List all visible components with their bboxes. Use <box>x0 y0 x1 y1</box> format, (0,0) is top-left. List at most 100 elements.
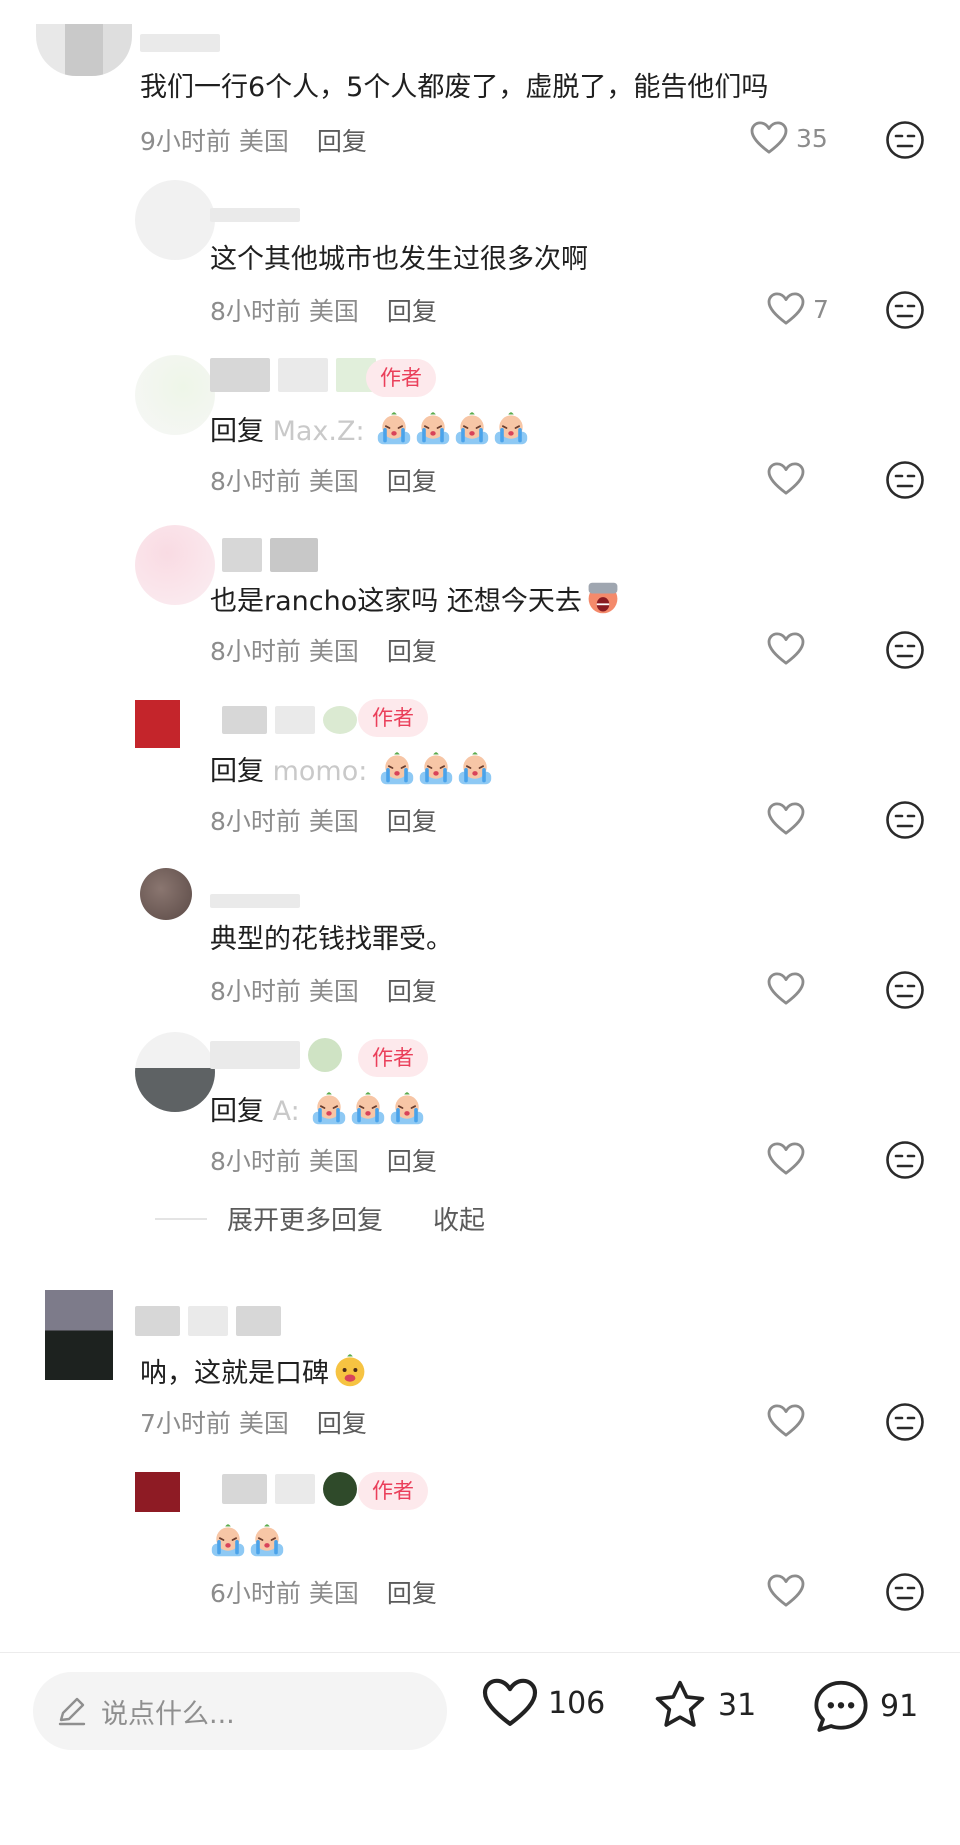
crying-emoji <box>457 750 493 786</box>
avatar[interactable] <box>135 180 215 260</box>
star-icon <box>655 1680 705 1727</box>
like-button[interactable]: 7 <box>767 292 829 326</box>
avatar[interactable] <box>45 1290 113 1380</box>
dislike-button[interactable] <box>885 970 925 1010</box>
comment-text: 这个其他城市也发生过很多次啊 <box>210 244 588 275</box>
reply-button[interactable]: 回复 <box>317 127 367 156</box>
dislike-button[interactable] <box>885 1572 925 1612</box>
comment-meta: 6小时前 美国 回复 <box>210 1574 437 1610</box>
comment-text: 典型的花钱找罪受。 <box>210 924 453 955</box>
comment-time: 9小时前 <box>140 127 231 156</box>
like-button[interactable] <box>767 802 805 836</box>
post-favorite-count: 31 <box>718 1687 757 1723</box>
reply-button[interactable]: 回复 <box>387 1147 437 1176</box>
expand-more-replies-button[interactable]: 展开更多回复 <box>227 1200 383 1237</box>
reply-prefix: 回复 <box>210 756 264 787</box>
dislike-button[interactable] <box>885 120 925 160</box>
avatar[interactable] <box>36 24 132 76</box>
comment-text-content: 也是rancho这家吗 还想今天去 <box>210 586 582 617</box>
comment-input[interactable]: 说点什么... <box>33 1672 447 1750</box>
avatar[interactable] <box>140 868 192 920</box>
reply-button[interactable]: 回复 <box>387 637 437 666</box>
username-blurred[interactable] <box>222 538 318 572</box>
dislike-button[interactable] <box>885 800 925 840</box>
username-blurred[interactable] <box>210 200 300 230</box>
post-comment-button[interactable]: 91 <box>812 1678 918 1734</box>
username-blurred[interactable] <box>222 1472 357 1506</box>
heart-icon <box>482 1678 538 1728</box>
dislike-button[interactable] <box>885 630 925 670</box>
comment-meta: 8小时前 美国 回复 <box>210 972 437 1008</box>
username-blurred[interactable] <box>210 1038 342 1072</box>
like-count: 7 <box>813 294 829 324</box>
comment-meta: 8小时前 美国 回复 <box>210 802 437 838</box>
comment-time: 8小时前 <box>210 807 301 836</box>
comment-meta: 7小时前 美国 回复 <box>140 1404 367 1440</box>
reply-to-user[interactable]: momo: <box>273 756 368 787</box>
username-blurred[interactable] <box>222 705 357 735</box>
like-button[interactable] <box>767 1574 805 1608</box>
bottom-bar-divider <box>0 1652 960 1653</box>
heart-icon <box>767 292 805 326</box>
reply-button[interactable]: 回复 <box>387 1579 437 1608</box>
pencil-icon <box>58 1697 86 1726</box>
comment-meta: 8小时前 美国 回复 <box>210 462 437 498</box>
replies-toggle: 展开更多回复 收起 <box>155 1200 485 1237</box>
reply-to-user[interactable]: Max.Z: <box>273 416 365 447</box>
comment-time: 8小时前 <box>210 467 301 496</box>
post-like-button[interactable]: 106 <box>482 1678 605 1728</box>
heart-icon <box>767 1404 805 1438</box>
heart-icon <box>750 121 788 155</box>
comment-location: 美国 <box>308 297 359 326</box>
like-button[interactable] <box>767 972 805 1006</box>
comment-time: 7小时前 <box>140 1409 231 1438</box>
dislike-button[interactable] <box>885 1402 925 1442</box>
neutral-face-icon <box>885 1402 925 1442</box>
avatar[interactable] <box>135 355 215 435</box>
like-button[interactable]: 35 <box>750 121 828 155</box>
heart-icon <box>767 802 805 836</box>
dislike-button[interactable] <box>885 290 925 330</box>
comment-text: 回复 A: <box>210 1090 425 1132</box>
reply-button[interactable]: 回复 <box>387 467 437 496</box>
avatar[interactable] <box>135 525 215 605</box>
crying-emoji <box>350 1090 386 1126</box>
username-blurred[interactable] <box>140 28 220 58</box>
crying-emoji <box>379 750 415 786</box>
neutral-face-icon <box>885 120 925 160</box>
avatar[interactable] <box>135 700 180 748</box>
like-button[interactable] <box>767 1404 805 1438</box>
reply-prefix: 回复 <box>210 416 264 447</box>
post-favorite-button[interactable]: 31 <box>652 1678 756 1732</box>
neutral-face-icon <box>885 290 925 330</box>
comment-meta: 8小时前 美国 回复 <box>210 1142 437 1178</box>
comment-text: 回复 momo: <box>210 750 493 792</box>
like-button[interactable] <box>767 632 805 666</box>
crying-emoji <box>376 410 412 446</box>
reply-button[interactable]: 回复 <box>387 807 437 836</box>
dislike-button[interactable] <box>885 460 925 500</box>
divider-line <box>155 1217 207 1220</box>
reply-button[interactable]: 回复 <box>387 297 437 326</box>
reply-button[interactable]: 回复 <box>387 977 437 1006</box>
author-tag: 作者 <box>358 699 428 737</box>
username-blurred[interactable] <box>210 886 300 916</box>
comment-location: 美国 <box>308 1579 359 1608</box>
comment-time: 8小时前 <box>210 977 301 1006</box>
collapse-replies-button[interactable]: 收起 <box>433 1200 485 1237</box>
post-like-count: 106 <box>548 1685 606 1721</box>
reply-to-user[interactable]: A: <box>273 1096 300 1127</box>
avatar[interactable] <box>135 1472 180 1512</box>
reply-button[interactable]: 回复 <box>317 1409 367 1438</box>
dislike-button[interactable] <box>885 1140 925 1180</box>
username-blurred[interactable] <box>210 358 376 392</box>
comment-time: 6小时前 <box>210 1579 301 1608</box>
crying-emoji <box>415 410 451 446</box>
like-button[interactable] <box>767 1142 805 1176</box>
comment-time: 8小时前 <box>210 297 301 326</box>
chat-bubble-icon <box>814 1680 868 1732</box>
like-button[interactable] <box>767 462 805 496</box>
avatar[interactable] <box>135 1032 215 1112</box>
username-blurred[interactable] <box>135 1306 281 1336</box>
crying-emoji <box>210 1522 246 1558</box>
